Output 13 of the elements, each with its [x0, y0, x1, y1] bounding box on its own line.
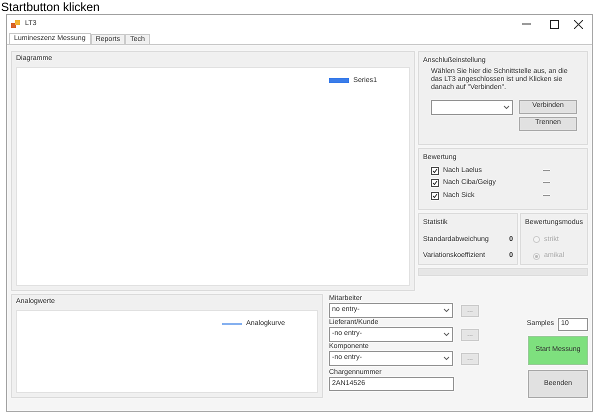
checkbox[interactable] [431, 166, 440, 175]
app-icon [11, 20, 21, 28]
chevron-down-icon [443, 308, 450, 313]
maximize-icon [550, 20, 558, 28]
caption: Startbutton klicken [0, 0, 101, 14]
chevron-down-icon [503, 104, 510, 110]
dropdown[interactable] [431, 100, 514, 114]
checkbox[interactable] [431, 192, 440, 200]
checkbox[interactable] [431, 179, 440, 188]
close-icon [574, 20, 582, 28]
chevron-down-icon [443, 356, 450, 361]
chevron-down-icon [443, 332, 450, 337]
minimize-icon [522, 23, 530, 25]
